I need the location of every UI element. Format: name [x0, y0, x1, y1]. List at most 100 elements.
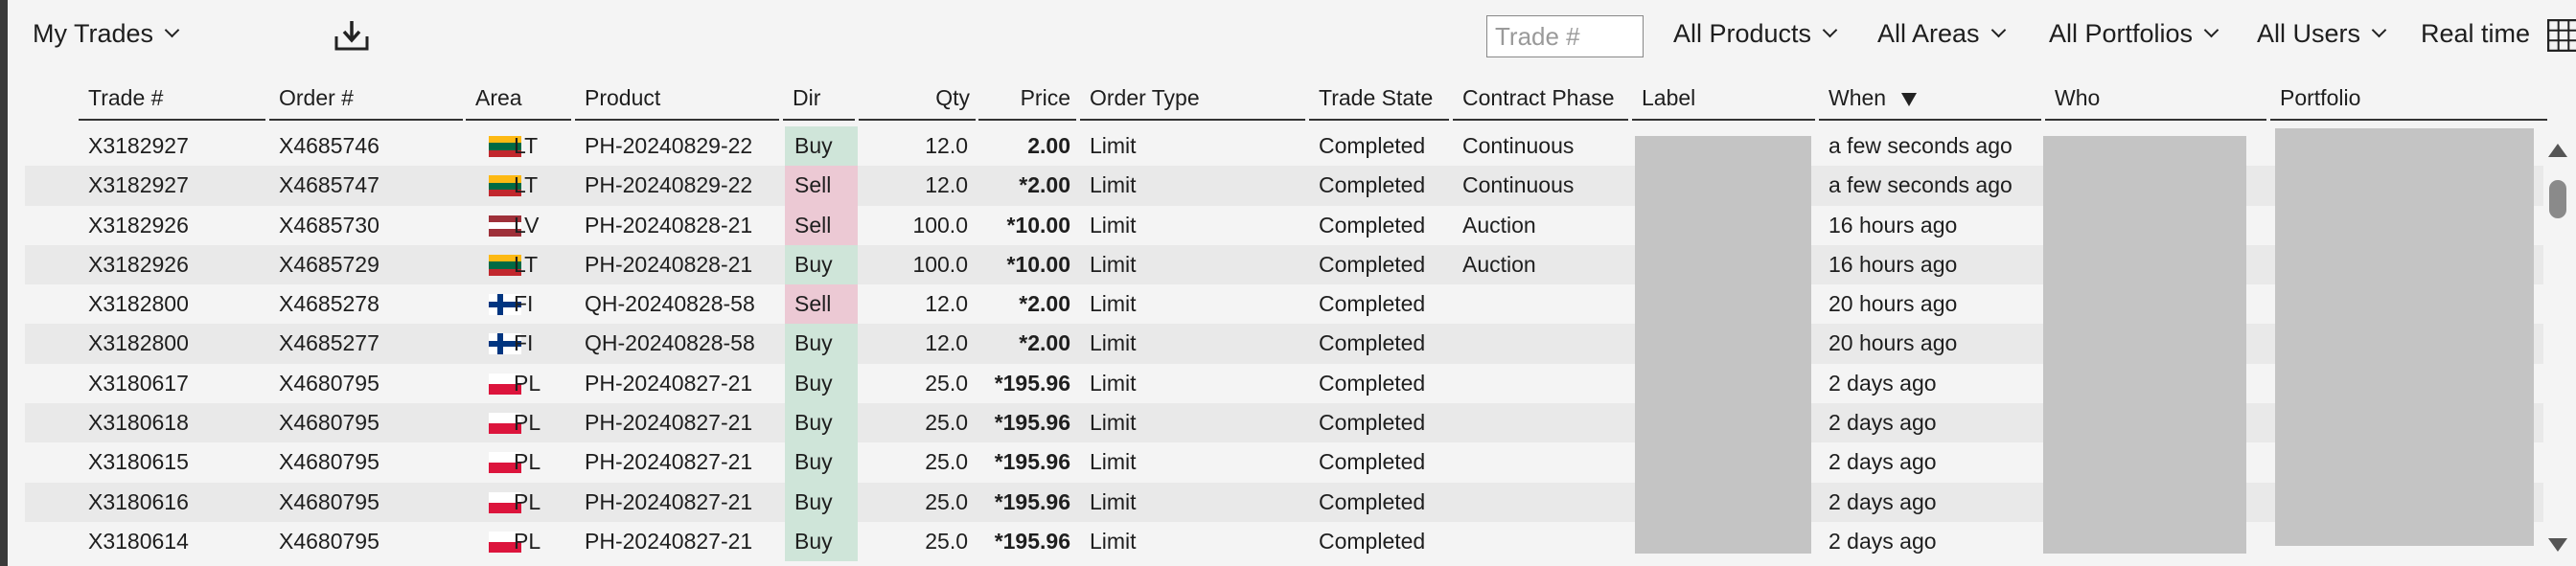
- filter-users-label: All Users: [2257, 19, 2361, 48]
- sort-descending-icon: [1901, 92, 1918, 106]
- filter-users-dropdown[interactable]: All Users: [2257, 19, 2387, 49]
- col-label[interactable]: Label: [1632, 75, 1815, 121]
- product-cell: PH-20240827-21: [585, 410, 753, 436]
- chevron-down-icon: [2203, 22, 2220, 38]
- order-type-cell: Limit: [1090, 251, 1137, 277]
- col-product[interactable]: Product: [575, 75, 779, 121]
- trade-number-cell: X3182800: [88, 330, 189, 356]
- product-cell: QH-20240828-58: [585, 330, 755, 356]
- trade-state-cell: Completed: [1319, 528, 1426, 554]
- price-cell: *2.00: [1019, 291, 1070, 317]
- col-area[interactable]: Area: [466, 75, 571, 121]
- chevron-down-icon: [1990, 22, 2006, 38]
- trade-state-cell: Completed: [1319, 251, 1426, 277]
- filter-portfolios-label: All Portfolios: [2049, 19, 2194, 48]
- direction-cell: Buy: [785, 482, 858, 522]
- quantity-cell: 25.0: [925, 370, 968, 396]
- product-cell: PH-20240827-21: [585, 528, 753, 554]
- col-price[interactable]: Price: [978, 75, 1076, 121]
- scrollbar-thumb[interactable]: [2549, 180, 2566, 218]
- order-number-cell: X4685277: [279, 330, 380, 356]
- col-order-type[interactable]: Order Type: [1080, 75, 1305, 121]
- order-type-cell: Limit: [1090, 449, 1137, 475]
- scroll-up-arrow-icon[interactable]: [2548, 144, 2567, 157]
- col-trade-state[interactable]: Trade State: [1309, 75, 1449, 121]
- col-portfolio[interactable]: Portfolio: [2270, 75, 2547, 121]
- area-cell: PL: [514, 488, 541, 514]
- filter-areas-label: All Areas: [1877, 19, 1980, 48]
- order-number-cell: X4685278: [279, 291, 380, 317]
- when-cell: 2 days ago: [1828, 528, 1937, 554]
- product-cell: PH-20240829-22: [585, 172, 753, 198]
- price-cell: *2.00: [1019, 172, 1070, 198]
- when-cell: 2 days ago: [1828, 488, 1937, 514]
- order-number-cell: X4685747: [279, 172, 380, 198]
- product-cell: PH-20240829-22: [585, 133, 753, 158]
- area-cell: PL: [514, 449, 541, 475]
- direction-cell: Buy: [785, 244, 858, 285]
- trade-number-cell: X3182800: [88, 291, 189, 317]
- col-when[interactable]: When: [1819, 75, 2041, 121]
- trade-number-cell: X3180616: [88, 488, 189, 514]
- col-who[interactable]: Who: [2045, 75, 2266, 121]
- order-number-cell: X4680795: [279, 449, 380, 475]
- quantity-cell: 100.0: [912, 251, 968, 277]
- order-type-cell: Limit: [1090, 410, 1137, 436]
- quantity-cell: 25.0: [925, 410, 968, 436]
- when-cell: 16 hours ago: [1828, 212, 1958, 238]
- when-cell: 16 hours ago: [1828, 251, 1958, 277]
- redacted-label-block: [1635, 136, 1811, 554]
- col-trade-number[interactable]: Trade #: [79, 75, 265, 121]
- filter-areas-dropdown[interactable]: All Areas: [1877, 19, 2006, 49]
- download-icon[interactable]: [334, 19, 370, 52]
- trade-state-cell: Completed: [1319, 172, 1426, 198]
- order-type-cell: Limit: [1090, 370, 1137, 396]
- direction-cell: Sell: [785, 166, 858, 206]
- quantity-cell: 12.0: [925, 133, 968, 158]
- chevron-down-icon: [164, 22, 180, 38]
- order-type-cell: Limit: [1090, 212, 1137, 238]
- area-cell: LT: [514, 133, 539, 158]
- when-cell: 20 hours ago: [1828, 330, 1958, 356]
- direction-cell: Sell: [785, 205, 858, 245]
- trade-number-search-input[interactable]: [1486, 15, 1644, 57]
- area-cell: LT: [514, 251, 539, 277]
- trade-state-cell: Completed: [1319, 133, 1426, 158]
- direction-cell: Buy: [785, 442, 858, 483]
- scroll-down-arrow-icon[interactable]: [2548, 538, 2567, 552]
- price-cell: 2.00: [1027, 133, 1070, 158]
- trade-state-cell: Completed: [1319, 449, 1426, 475]
- trade-state-cell: Completed: [1319, 212, 1426, 238]
- order-type-cell: Limit: [1090, 291, 1137, 317]
- filter-portfolios-dropdown[interactable]: All Portfolios: [2049, 19, 2220, 49]
- trade-number-cell: X3182926: [88, 212, 189, 238]
- trade-number-cell: X3180617: [88, 370, 189, 396]
- col-qty[interactable]: Qty: [859, 75, 976, 121]
- col-contract-phase[interactable]: Contract Phase: [1453, 75, 1628, 121]
- direction-cell: Sell: [785, 284, 858, 325]
- chevron-down-icon: [2371, 22, 2387, 38]
- order-number-cell: X4685730: [279, 212, 380, 238]
- product-cell: PH-20240827-21: [585, 449, 753, 475]
- view-selector-dropdown[interactable]: My Trades: [33, 19, 180, 49]
- area-cell: LV: [514, 212, 540, 238]
- col-when-label: When: [1828, 85, 1887, 110]
- price-cell: *10.00: [1006, 212, 1070, 238]
- vertical-scrollbar[interactable]: [2543, 134, 2572, 552]
- filter-products-dropdown[interactable]: All Products: [1673, 19, 1838, 49]
- price-cell: *195.96: [994, 528, 1070, 554]
- area-cell: FI: [514, 330, 534, 356]
- order-type-cell: Limit: [1090, 133, 1137, 158]
- grid-settings-icon[interactable]: [2547, 19, 2576, 52]
- col-dir[interactable]: Dir: [783, 75, 855, 121]
- direction-cell: Buy: [785, 403, 858, 443]
- trade-number-cell: X3182927: [88, 172, 189, 198]
- order-number-cell: X4685729: [279, 251, 380, 277]
- trade-state-cell: Completed: [1319, 488, 1426, 514]
- when-cell: 2 days ago: [1828, 449, 1937, 475]
- chevron-down-icon: [1822, 22, 1838, 38]
- col-order-number[interactable]: Order #: [269, 75, 463, 121]
- trade-state-cell: Completed: [1319, 370, 1426, 396]
- area-cell: PL: [514, 370, 541, 396]
- trade-state-cell: Completed: [1319, 330, 1426, 356]
